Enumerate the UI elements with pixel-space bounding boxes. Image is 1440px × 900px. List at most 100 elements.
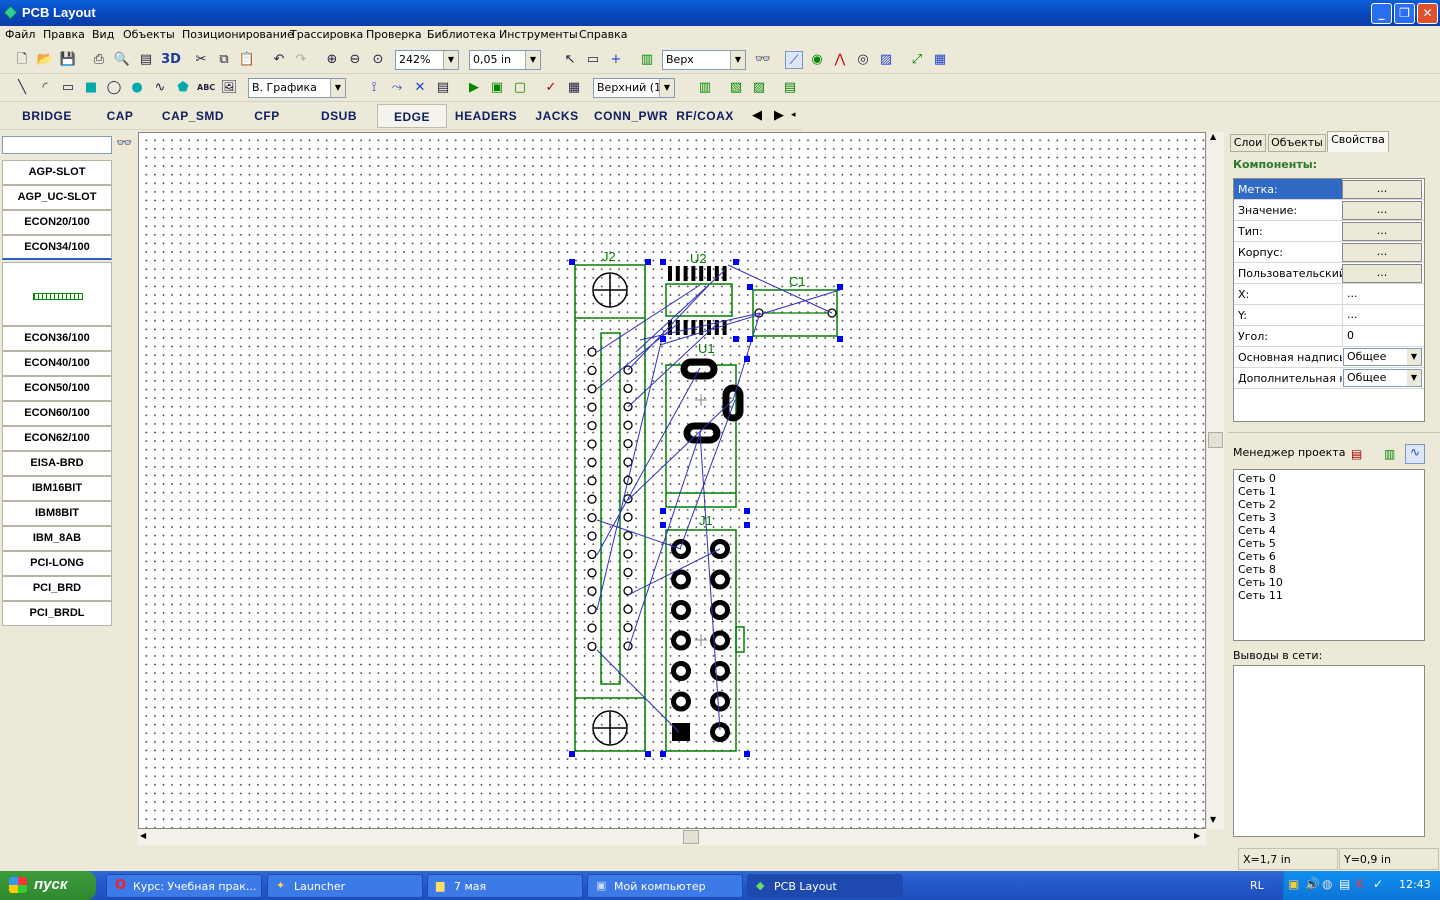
j2-pad	[587, 347, 597, 357]
network-icon[interactable]: ▤	[1339, 877, 1350, 891]
j2-pad	[623, 622, 633, 633]
clock: 12:43	[1399, 878, 1431, 891]
scroll-left-icon[interactable]: ◀	[140, 831, 146, 840]
list-item[interactable]: Сеть 5	[1238, 537, 1276, 550]
u2-body	[665, 283, 733, 317]
prop-y-value[interactable]: ...	[1342, 305, 1424, 325]
pcb-drawing: J2 U2 C1 U1 J1	[569, 249, 843, 757]
prop-row-value: Значение:...	[1234, 200, 1424, 221]
u1-outline	[665, 364, 737, 508]
j2-slot	[600, 332, 621, 685]
prop-row-label: Метка:...	[1234, 179, 1424, 200]
net-view-icon[interactable]: ∿	[1405, 444, 1425, 464]
scroll-down-icon[interactable]: ▼	[1210, 815, 1216, 824]
task-launcher[interactable]: ✦ Launcher	[267, 874, 423, 898]
prop-label: Угол:	[1238, 330, 1268, 343]
prop-row-angle: Угол: 0	[1234, 326, 1424, 347]
label-j1: J1	[699, 513, 713, 528]
prop-row-package: Корпус:...	[1234, 242, 1424, 263]
prop-label: Значение:	[1238, 204, 1298, 217]
label-u1: U1	[698, 341, 715, 356]
horizontal-scrollbar[interactable]: ◀ ▶	[138, 829, 1206, 845]
j1-pad	[671, 630, 691, 651]
prop-angle-value[interactable]: 0	[1342, 326, 1424, 346]
tray-app-icon[interactable]: ▣	[1288, 877, 1299, 891]
scroll-thumb[interactable]	[683, 830, 699, 844]
antivirus-icon[interactable]: K	[1356, 877, 1364, 891]
prop-edit-button[interactable]: ...	[1342, 264, 1422, 283]
extra-label-select[interactable]: Общее ▼	[1343, 369, 1422, 387]
tab-properties[interactable]: Свойства	[1327, 131, 1389, 152]
tab-layers[interactable]: Слои	[1230, 134, 1266, 152]
task-label: Launcher	[294, 880, 346, 893]
prop-label: Y:	[1238, 309, 1247, 322]
list-item[interactable]: Сеть 6	[1238, 550, 1276, 563]
task-label: 7 мая	[454, 880, 487, 893]
j1-pad	[671, 691, 691, 712]
launcher-icon: ✦	[276, 879, 286, 892]
list-item[interactable]: Сеть 4	[1238, 524, 1276, 537]
list-item[interactable]: Сеть 10	[1238, 576, 1283, 589]
pins-in-net-list[interactable]	[1233, 665, 1425, 837]
prop-edit-button[interactable]: ...	[1342, 180, 1422, 199]
list-item[interactable]: Сеть 0	[1238, 472, 1276, 485]
task-label: PCB Layout	[774, 880, 837, 893]
project-manager-title: Менеджер проекта	[1233, 446, 1346, 459]
net-list[interactable]: Сеть 0 Сеть 1 Сеть 2 Сеть 3 Сеть 4 Сеть …	[1233, 469, 1425, 641]
j2-pad	[587, 457, 597, 468]
tab-objects[interactable]: Объекты	[1268, 134, 1326, 152]
main-label-select[interactable]: Общее ▼	[1343, 348, 1422, 366]
j2-pad	[587, 531, 597, 541]
u2-pad	[668, 266, 672, 281]
panel-splitter[interactable]	[1228, 432, 1440, 436]
prop-edit-button[interactable]: ...	[1342, 201, 1422, 220]
list-item[interactable]: Сеть 2	[1238, 498, 1276, 511]
j1-key	[735, 626, 745, 653]
prop-row-type: Тип:...	[1234, 221, 1424, 242]
j1-pad	[710, 569, 730, 590]
folder-icon: ▆	[436, 879, 445, 892]
prop-row-extra-label: Дополнительная надпись: Общее ▼	[1234, 368, 1424, 389]
task-pcb-layout[interactable]: ◆ PCB Layout	[747, 874, 903, 898]
task-my-computer[interactable]: ▣ Мой компьютер	[587, 874, 743, 898]
u1-pad	[683, 422, 721, 444]
tray-shield-icon[interactable]: ◍	[1322, 877, 1332, 891]
pcb-icon: ◆	[756, 879, 765, 892]
j1-pad	[671, 569, 691, 590]
safely-remove-icon[interactable]: ✓	[1373, 877, 1383, 891]
task-label: Мой компьютер	[614, 880, 706, 893]
j2-pad	[623, 549, 633, 559]
u2-pad	[683, 320, 688, 335]
j2-pad	[587, 586, 597, 596]
chevron-down-icon: ▼	[1407, 370, 1421, 386]
prop-edit-button[interactable]: ...	[1342, 243, 1422, 262]
prop-edit-button[interactable]: ...	[1342, 222, 1422, 241]
prop-x-value[interactable]: ...	[1342, 284, 1424, 304]
j1-pad	[710, 661, 730, 681]
task-opera[interactable]: O Курс: Учебная прак...	[106, 874, 262, 898]
task-folder[interactable]: ▆ 7 мая	[427, 874, 583, 898]
list-item[interactable]: Сеть 8	[1238, 563, 1276, 576]
scroll-thumb[interactable]	[1208, 432, 1223, 448]
component-view-icon[interactable]: ▥	[1384, 447, 1395, 461]
list-item[interactable]: Сеть 11	[1238, 589, 1283, 602]
scroll-up-icon[interactable]: ▲	[1210, 132, 1216, 141]
prop-row-custom: Пользовательский:...	[1234, 263, 1424, 284]
scroll-right-icon[interactable]: ▶	[1194, 831, 1200, 840]
j2-pad	[587, 384, 597, 394]
j2-pad	[587, 476, 597, 486]
windows-logo-icon	[9, 877, 27, 893]
u2-pad	[691, 266, 696, 281]
vertical-scrollbar[interactable]: ▲ ▼	[1207, 132, 1224, 829]
language-indicator[interactable]: RL	[1250, 879, 1264, 892]
netlist-view-icon[interactable]: ▤	[1351, 447, 1362, 461]
j1-pad	[710, 600, 730, 620]
computer-icon: ▣	[596, 879, 607, 892]
list-item[interactable]: Сеть 3	[1238, 511, 1276, 524]
label-c1: C1	[789, 274, 806, 289]
list-item[interactable]: Сеть 1	[1238, 485, 1276, 498]
prop-label: Корпус:	[1238, 246, 1283, 259]
volume-icon[interactable]: 🔊	[1305, 877, 1320, 891]
j2-pad	[587, 494, 597, 504]
j2-pad	[623, 438, 633, 449]
